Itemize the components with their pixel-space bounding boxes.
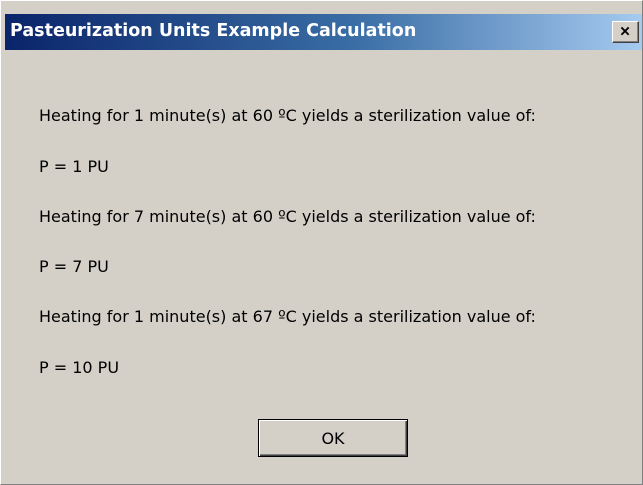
message-line-2: Heating for 7 minute(s) at 60 ºC yields …	[39, 207, 536, 226]
result-line-1: P = 1 PU	[39, 157, 109, 176]
window-title: Pasteurization Units Example Calculation	[10, 21, 417, 41]
ok-button[interactable]: OK	[258, 419, 408, 457]
result-line-2: P = 7 PU	[39, 257, 109, 276]
result-line-3: P = 10 PU	[39, 358, 120, 377]
close-button[interactable]	[612, 21, 639, 43]
message-line-3: Heating for 1 minute(s) at 67 ºC yields …	[39, 307, 536, 326]
close-icon	[620, 26, 630, 36]
message-line-1: Heating for 1 minute(s) at 60 ºC yields …	[39, 106, 536, 125]
title-bar[interactable]: Pasteurization Units Example Calculation	[5, 14, 642, 50]
ok-button-label: OK	[321, 429, 345, 448]
dialog-window: Pasteurization Units Example Calculation…	[0, 0, 643, 485]
